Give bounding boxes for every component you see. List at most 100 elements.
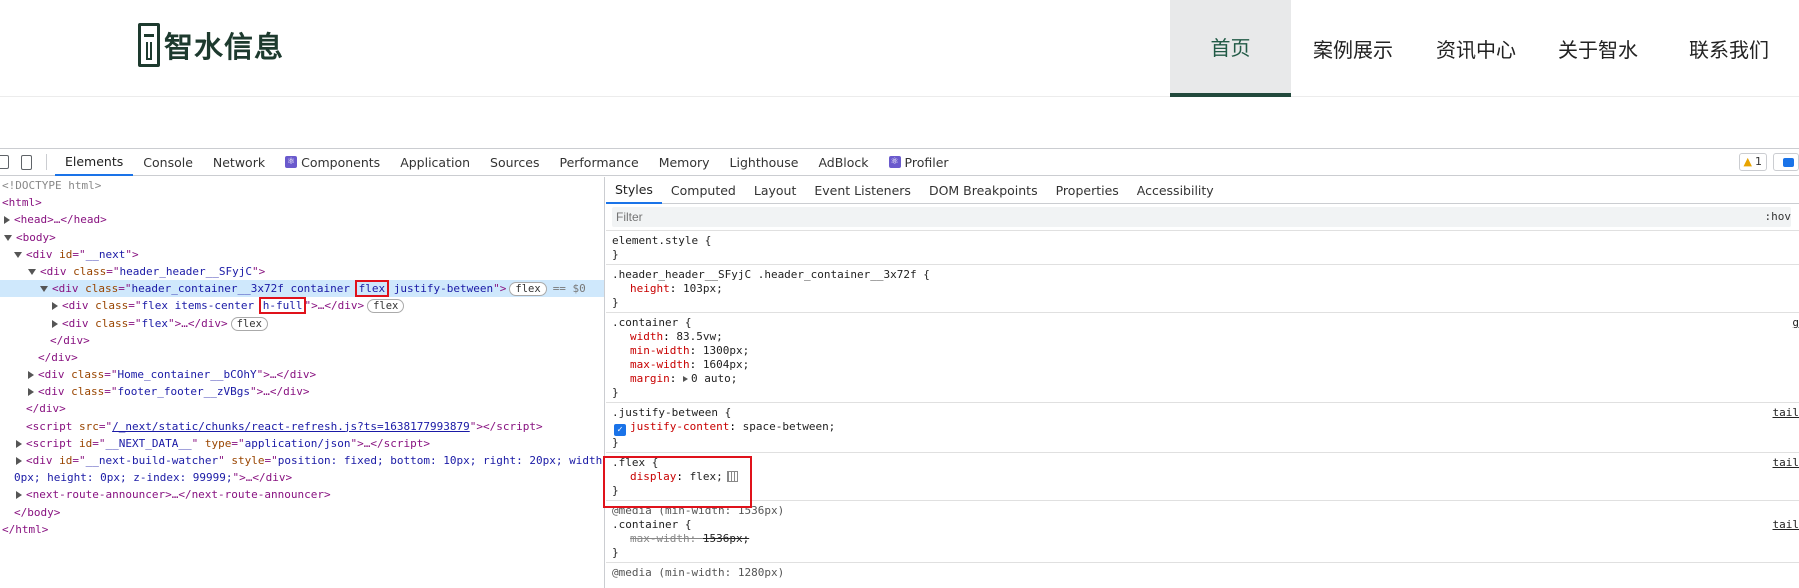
rule-source-link[interactable]: tail xyxy=(1773,518,1799,532)
media-query-1536: @media (min-width: 1536px) xyxy=(612,504,785,517)
rule-element-style[interactable]: element.style { } xyxy=(606,231,1799,265)
tab-styles[interactable]: Styles xyxy=(606,177,662,204)
body-close-tag: </body> xyxy=(14,505,61,519)
decl-min-width[interactable]: min-width: 1300px; xyxy=(612,344,1793,358)
inspect-element-icon[interactable] xyxy=(0,155,9,169)
rule-close: } xyxy=(612,296,619,309)
decl-height[interactable]: height: 103px; xyxy=(612,282,1793,296)
script-src-link[interactable]: /_next/static/chunks/react-refresh.js?ts… xyxy=(112,420,470,433)
dom-div-close[interactable]: </div> xyxy=(0,400,604,417)
nav-cases[interactable]: 案例展示 xyxy=(1291,0,1415,97)
justify-between-selector: .justify-between { xyxy=(612,406,732,419)
tab-memory[interactable]: Memory xyxy=(649,149,720,176)
warning-badge[interactable]: ▲ 1 xyxy=(1738,153,1767,171)
dom-doctype[interactable]: <!DOCTYPE html> xyxy=(0,177,604,194)
decl-margin[interactable]: margin: 0 auto; xyxy=(612,372,1793,386)
react-icon: ⚛ xyxy=(888,156,901,168)
expand-arrow-icon[interactable] xyxy=(4,216,10,225)
rule-source-link[interactable]: tail xyxy=(1773,406,1799,420)
dom-div-close[interactable]: </div> xyxy=(0,349,604,366)
nav-news[interactable]: 资讯中心 xyxy=(1415,0,1537,97)
tab-dom-breakpoints[interactable]: DOM Breakpoints xyxy=(920,177,1047,204)
tab-accessibility[interactable]: Accessibility xyxy=(1128,177,1223,204)
tab-application[interactable]: Application xyxy=(390,149,480,176)
dom-child1[interactable]: <div class="flex items-center h-full ">…<… xyxy=(0,297,604,315)
dom-home-div[interactable]: <div class="Home_container__bCOhY">…</di… xyxy=(0,366,604,383)
tab-event-listeners[interactable]: Event Listeners xyxy=(805,177,920,204)
dom-script-next-data[interactable]: <script id="__NEXT_DATA__" type="applica… xyxy=(0,435,604,452)
rule-media-container[interactable]: @media (min-width: 1536px) .container { … xyxy=(606,501,1799,563)
tab-layout[interactable]: Layout xyxy=(745,177,806,204)
toolbar-divider xyxy=(46,154,47,170)
expand-arrow-icon[interactable] xyxy=(52,302,58,311)
rule-source-link[interactable]: g xyxy=(1792,316,1799,330)
flex-badge[interactable]: flex xyxy=(367,299,405,314)
tab-lighthouse[interactable]: Lighthouse xyxy=(720,149,809,176)
tab-properties[interactable]: Properties xyxy=(1047,177,1128,204)
dom-div-close[interactable]: </div> xyxy=(0,332,604,349)
expand-arrow-icon[interactable] xyxy=(16,491,22,500)
decl-justify-content[interactable]: ✓ justify-content: space-between; xyxy=(612,420,1793,436)
expand-arrow-icon[interactable] xyxy=(52,319,58,328)
collapse-arrow-icon[interactable] xyxy=(28,268,36,275)
nav-home[interactable]: 首页 xyxy=(1170,0,1291,97)
hov-toggle[interactable]: :hov xyxy=(1765,210,1792,223)
tab-elements[interactable]: Elements xyxy=(55,149,134,176)
collapse-arrow-icon[interactable] xyxy=(40,286,48,293)
tab-console[interactable]: Console xyxy=(133,149,203,176)
property-checkbox[interactable]: ✓ xyxy=(614,424,626,436)
rule-source-link[interactable]: tail xyxy=(1773,456,1799,470)
expand-arrow-icon[interactable] xyxy=(16,439,22,448)
expand-arrow-icon[interactable] xyxy=(16,457,22,465)
tab-adblock[interactable]: AdBlock xyxy=(808,149,878,176)
rule-flex[interactable]: .flex { tail display: flex; } xyxy=(606,453,1799,501)
expand-arrow-icon[interactable] xyxy=(28,371,34,380)
dom-footer-div[interactable]: <div class="footer_footer__zVBgs">…</div… xyxy=(0,383,604,400)
dom-html-open[interactable]: <html> xyxy=(0,194,604,211)
dom-html-close[interactable]: </html> xyxy=(0,521,604,538)
rule-media-1280[interactable]: @media (min-width: 1280px) xyxy=(606,563,1799,582)
tab-sources[interactable]: Sources xyxy=(480,149,549,176)
dom-head[interactable]: <head>…</head> xyxy=(0,211,604,228)
warning-icon: ▲ xyxy=(1743,155,1752,168)
dom-route-announcer[interactable]: <next-route-announcer>…</next-route-anno… xyxy=(0,486,604,503)
decl-max-width[interactable]: max-width: 1604px; xyxy=(612,358,1793,372)
nav-about[interactable]: 关于智水 xyxy=(1537,0,1659,97)
flex-badge[interactable]: flex xyxy=(509,282,547,297)
rule-justify-between[interactable]: .justify-between { tail ✓ justify-content… xyxy=(606,403,1799,453)
decl-display[interactable]: display: flex; xyxy=(612,470,1793,484)
dom-build-watcher[interactable]: <div id="__next-build-watcher" style="po… xyxy=(0,452,604,469)
rule-header-container[interactable]: .header_header__SFyjC .header_container_… xyxy=(606,265,1799,313)
collapse-arrow-icon[interactable] xyxy=(14,251,22,258)
device-toolbar-icon[interactable] xyxy=(21,154,32,170)
dom-next-div[interactable]: <div id="__next"> xyxy=(0,246,604,263)
flexbox-editor-icon[interactable] xyxy=(726,471,738,482)
flex-badge[interactable]: flex xyxy=(230,316,268,331)
tab-performance[interactable]: Performance xyxy=(549,149,648,176)
nav-contact[interactable]: 联系我们 xyxy=(1659,0,1799,97)
child1-class-a: flex items-center xyxy=(141,299,255,313)
dom-header-div[interactable]: <div class="header_header__SFyjC"> xyxy=(0,263,604,280)
rule-container[interactable]: .container { g width: 83.5vw; min-width:… xyxy=(606,313,1799,403)
collapse-arrow-icon[interactable] xyxy=(4,234,12,241)
decl-max-width-overridden[interactable]: max-width: 1536px; xyxy=(612,532,1793,546)
dom-body-close[interactable]: </body> xyxy=(0,504,604,521)
dom-build-watcher-cont[interactable]: 0px; height: 0px; z-index: 99999;">…</di… xyxy=(0,469,604,486)
site-logo[interactable]: 智水信息 xyxy=(138,22,284,68)
tab-network[interactable]: Network xyxy=(203,149,275,176)
styles-filter-bar: :hov xyxy=(606,204,1799,231)
dom-child2[interactable]: <div class="flex">…</div> flex xyxy=(0,315,604,332)
tab-components[interactable]: ⚛ Components xyxy=(275,149,390,176)
dom-container-div-selected[interactable]: <div class="header_container__3x72f cont… xyxy=(0,280,604,298)
expand-arrow-icon[interactable] xyxy=(28,388,34,397)
tab-profiler[interactable]: ⚛ Profiler xyxy=(879,149,959,176)
styles-filter-input[interactable] xyxy=(612,207,1791,227)
dom-body-open[interactable]: <body> xyxy=(0,229,604,246)
expand-shorthand-icon[interactable] xyxy=(683,376,688,382)
container2-selector: .container { xyxy=(612,518,692,531)
dom-script-refresh[interactable]: <script src="/_next/static/chunks/react-… xyxy=(0,418,604,435)
decl-width[interactable]: width: 83.5vw; xyxy=(612,330,1793,344)
tab-components-label: Components xyxy=(301,154,381,170)
tab-computed[interactable]: Computed xyxy=(662,177,745,204)
message-badge[interactable] xyxy=(1773,153,1799,171)
